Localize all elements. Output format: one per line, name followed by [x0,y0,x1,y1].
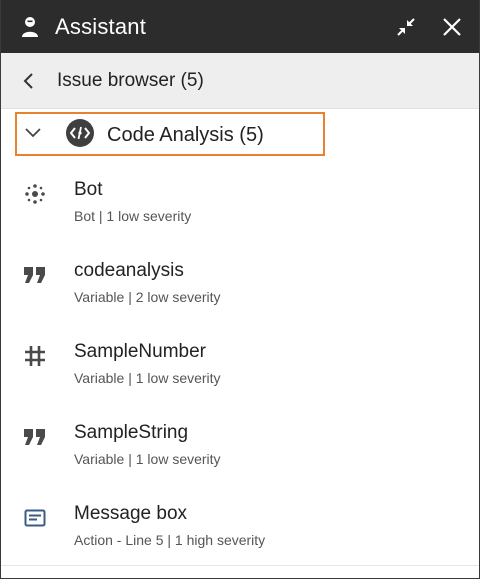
message-box-icon [24,509,46,527]
item-name: codeanalysis [74,260,184,281]
item-name: Bot [74,179,103,200]
chevron-left-icon [23,72,33,89]
issue-list: Bot Bot | 1 low severity codeanalysis Va… [1,166,479,571]
group-label: Code Analysis (5) [107,123,264,146]
close-icon [443,17,461,36]
assistant-panel: Assistant Issue browser (5) Code Analysi… [0,0,480,579]
close-button[interactable] [437,12,467,42]
bot-dots-icon [25,184,45,204]
item-detail: Variable | 1 low severity [74,370,221,386]
quote-icon [24,429,45,445]
assistant-icon [22,16,38,37]
chevron-down-icon [25,128,41,138]
window-title: Assistant [55,13,147,39]
item-detail: Action - Line 5 | 1 high severity [74,532,266,548]
list-item[interactable]: SampleString Variable | 1 low severity [1,409,479,490]
divider [1,565,479,566]
list-item[interactable]: Bot Bot | 1 low severity [1,166,479,247]
item-detail: Variable | 1 low severity [74,451,221,467]
list-item[interactable]: codeanalysis Variable | 2 low severity [1,247,479,328]
code-analysis-icon [66,119,94,147]
collapse-arrows-icon [397,17,415,36]
item-detail: Bot | 1 low severity [74,208,192,224]
list-item[interactable]: SampleNumber Variable | 1 low severity [1,328,479,409]
hash-icon [25,346,45,366]
breadcrumb: Issue browser (5) [1,53,479,109]
title-bar: Assistant [1,0,479,53]
item-detail: Variable | 2 low severity [74,289,221,305]
item-name: SampleNumber [74,341,206,362]
list-item[interactable]: Message box Action - Line 5 | 1 high sev… [1,490,479,571]
code-analysis-group[interactable]: Code Analysis (5) [1,109,479,167]
collapse-button[interactable] [391,12,421,42]
item-name: SampleString [74,422,189,443]
expand-toggle[interactable] [23,128,43,148]
back-button[interactable] [19,71,39,91]
quote-icon [24,267,45,283]
breadcrumb-label: Issue browser (5) [57,69,204,91]
item-name: Message box [74,503,188,524]
